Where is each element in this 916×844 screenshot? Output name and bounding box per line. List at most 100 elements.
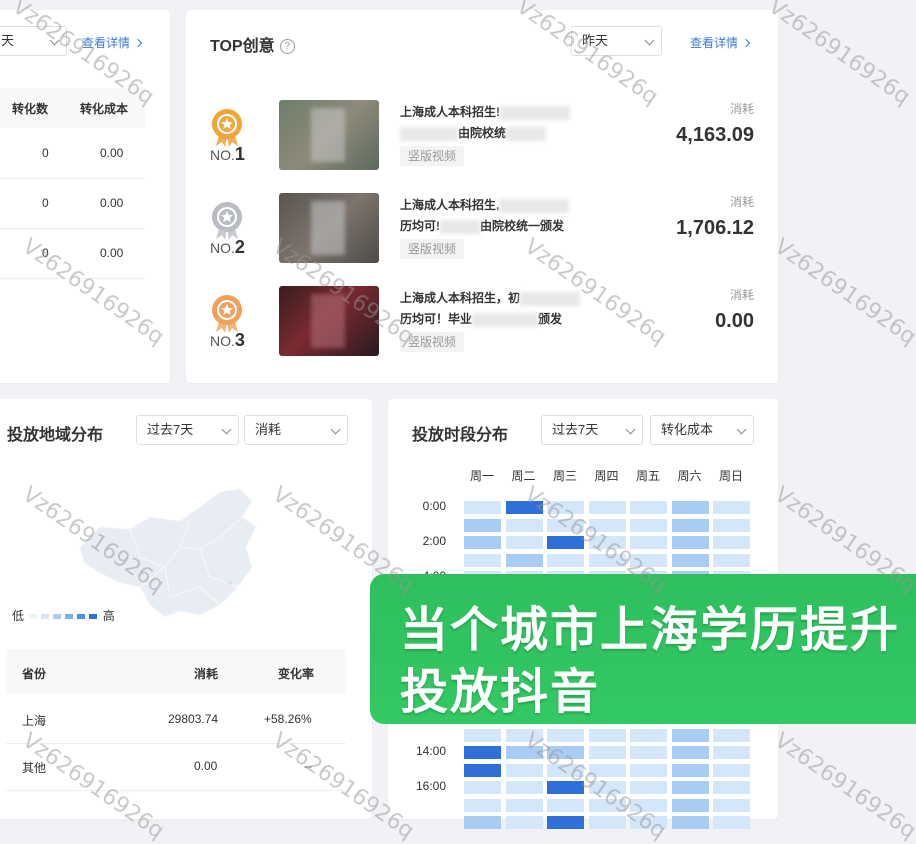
blur-mask — [472, 312, 539, 327]
heatmap-cell[interactable] — [713, 501, 750, 514]
period-select[interactable]: 过去7天 — [136, 415, 239, 445]
heatmap-cell[interactable] — [671, 763, 709, 777]
heatmap-cell[interactable] — [505, 746, 543, 759]
heatmap-cell[interactable] — [671, 746, 709, 759]
heatmap-cell[interactable] — [547, 763, 584, 777]
heatmap-cell[interactable] — [671, 553, 709, 567]
heatmap-cell[interactable] — [464, 781, 501, 794]
creative-item[interactable]: NO.1 上海成人本科招生! 由院校统 竖版视频 消耗 4,163.09 — [186, 100, 778, 190]
creative-thumbnail[interactable] — [279, 100, 379, 170]
heatmap-cell[interactable] — [588, 728, 626, 742]
heatmap-cell[interactable] — [464, 518, 501, 532]
view-details-link[interactable]: 查看详情 — [690, 34, 751, 51]
heatmap-cell[interactable] — [713, 781, 750, 794]
heatmap-cell[interactable] — [547, 781, 584, 794]
metric-select[interactable]: 转化成本 — [650, 415, 754, 445]
heatmap-cell[interactable] — [547, 728, 584, 742]
heatmap-cell[interactable] — [464, 728, 501, 742]
card-title: TOP创意? — [210, 32, 295, 56]
heatmap-cell[interactable] — [588, 518, 626, 532]
heatmap-cell[interactable] — [630, 501, 667, 514]
heatmap-cell[interactable] — [630, 518, 667, 532]
heatmap-cell[interactable] — [588, 536, 626, 549]
heatmap-cell[interactable] — [671, 518, 709, 532]
blur-mask — [400, 126, 458, 141]
heatmap-cell[interactable] — [464, 536, 501, 549]
heatmap-cell[interactable] — [671, 501, 709, 514]
heatmap-cell[interactable] — [671, 816, 709, 829]
heatmap-cell[interactable] — [505, 728, 543, 742]
heatmap-cell[interactable] — [547, 501, 584, 514]
metric-select[interactable]: 消耗 — [244, 415, 348, 445]
gold-medal-icon — [212, 109, 242, 147]
heatmap-cell[interactable] — [630, 746, 667, 759]
heatmap-cell[interactable] — [671, 781, 709, 794]
heatmap-cell[interactable] — [630, 536, 667, 549]
heatmap-cell[interactable] — [505, 816, 543, 829]
heatmap-cell[interactable] — [671, 728, 709, 742]
heatmap-cell[interactable] — [464, 816, 501, 829]
heatmap-cell[interactable] — [464, 746, 501, 759]
silver-medal-icon — [212, 202, 242, 240]
heatmap-cell[interactable] — [630, 728, 667, 742]
heatmap-cell[interactable] — [588, 781, 626, 794]
heatmap-cell[interactable] — [630, 816, 667, 829]
heatmap-cell[interactable] — [713, 746, 750, 759]
heatmap-cell[interactable] — [630, 781, 667, 794]
help-icon[interactable]: ? — [279, 39, 295, 55]
heatmap-cell[interactable] — [505, 798, 543, 812]
heatmap-cell[interactable] — [505, 763, 543, 777]
heatmap-cell[interactable] — [547, 816, 584, 829]
heatmap-cell[interactable] — [630, 798, 667, 812]
heatmap-cell[interactable] — [671, 798, 709, 812]
view-details-link[interactable]: 查看详情 — [82, 34, 143, 51]
heatmap-cell[interactable] — [505, 518, 543, 532]
heatmap-cell[interactable] — [464, 798, 501, 812]
heatmap-cell[interactable] — [505, 536, 543, 549]
heatmap-cell[interactable] — [464, 553, 501, 567]
banner-line-2: 投放抖音 — [400, 666, 601, 719]
heatmap-cell[interactable] — [588, 798, 626, 812]
heatmap-cell[interactable] — [547, 798, 584, 812]
china-map[interactable] — [70, 487, 280, 627]
creative-thumbnail[interactable] — [279, 193, 379, 263]
day-header: 周二 — [511, 469, 536, 483]
day-header: 周日 — [718, 469, 743, 483]
heatmap-cell[interactable] — [588, 501, 626, 514]
period-select[interactable]: 过去7天 — [541, 415, 643, 445]
heatmap-cell[interactable] — [464, 501, 501, 514]
heatmap-cell[interactable] — [588, 763, 626, 777]
heatmap-cell[interactable] — [505, 553, 543, 567]
period-select[interactable]: 昨天 — [571, 26, 662, 56]
heatmap-cell[interactable] — [713, 816, 750, 829]
creative-item[interactable]: NO.2 上海成人本科招生, 历均可! 由院校统一颁发 竖版视频 消耗 1,706… — [186, 193, 778, 283]
heatmap-cell[interactable] — [630, 553, 667, 567]
heatmap-cell[interactable] — [671, 536, 709, 549]
heatmap-cell[interactable] — [713, 763, 750, 777]
legend-high-label: 高 — [102, 609, 115, 623]
heatmap-cell[interactable] — [713, 728, 750, 742]
heatmap-cell[interactable] — [505, 501, 543, 514]
heatmap-cell[interactable] — [713, 553, 750, 567]
creative-item[interactable]: NO.3 上海成人本科招生，初 历均可！毕业 颁发 竖版视频 消耗 0.00 — [186, 286, 778, 376]
heatmap-cell[interactable] — [713, 518, 750, 532]
heatmap-cell[interactable] — [547, 553, 584, 567]
heatmap-cell[interactable] — [505, 781, 543, 794]
heatmap-cell[interactable] — [547, 536, 584, 549]
rank-prefix: NO. — [210, 240, 235, 256]
heatmap-cell[interactable] — [547, 746, 584, 759]
creative-thumbnail[interactable] — [279, 286, 379, 356]
hour-label: 16:00 — [415, 779, 446, 793]
heatmap-cell[interactable] — [630, 763, 667, 777]
heatmap-cell[interactable] — [588, 746, 626, 759]
heatmap-cell[interactable] — [547, 518, 584, 532]
day-header: 周四 — [594, 469, 619, 483]
heatmap-cell[interactable] — [713, 536, 750, 549]
heatmap-cell[interactable] — [713, 798, 750, 812]
heatmap-cell[interactable] — [588, 553, 626, 567]
period-select[interactable]: 天 — [0, 26, 67, 56]
cell-conversions: 0 — [42, 146, 49, 160]
watermark: Vz626916926q — [769, 234, 916, 351]
heatmap-cell[interactable] — [588, 816, 626, 829]
heatmap-cell[interactable] — [464, 763, 501, 777]
